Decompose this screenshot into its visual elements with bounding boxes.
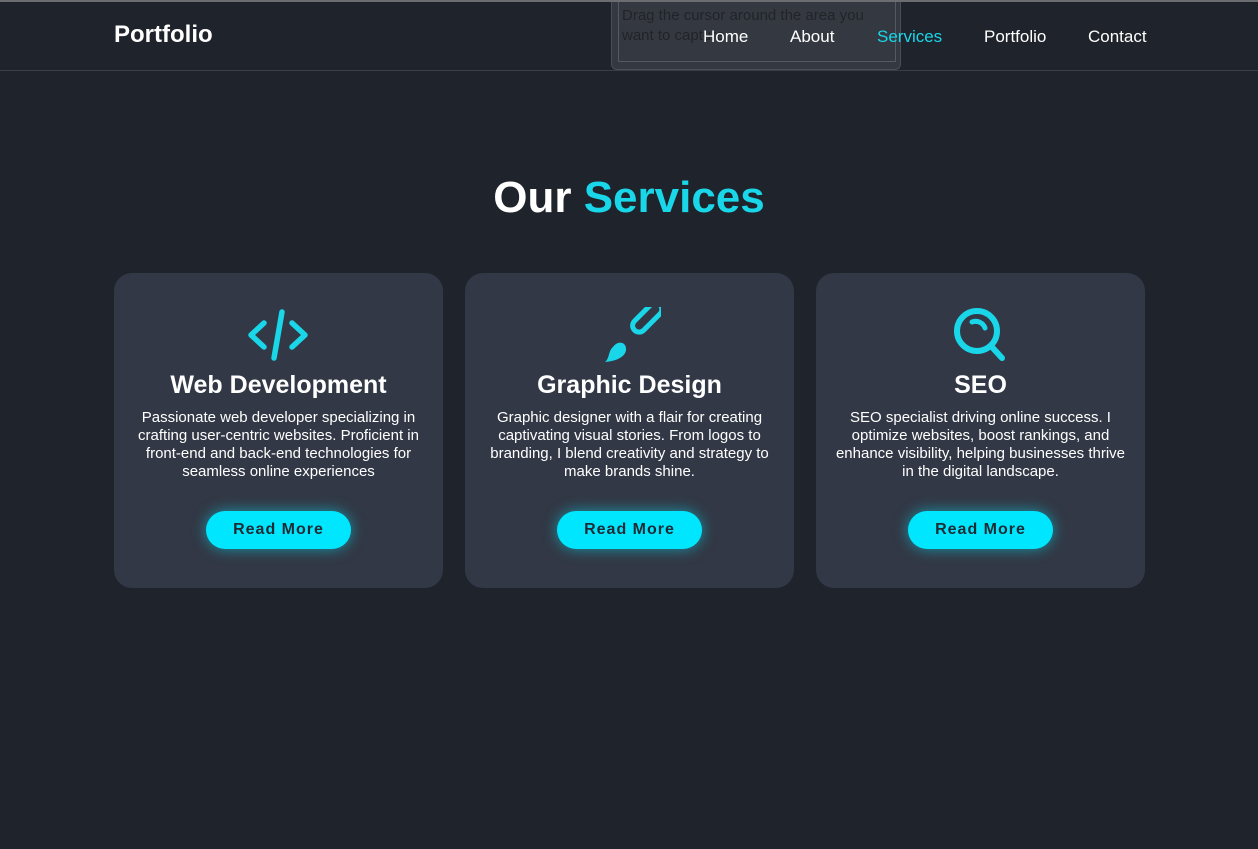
section-title: Our Services (0, 173, 1258, 223)
search-icon (948, 307, 1012, 363)
card-title: Web Development (170, 371, 387, 399)
site-header: Portfolio Drag the cursor around the are… (0, 2, 1258, 71)
nav-contact[interactable]: Contact (1088, 26, 1147, 48)
service-card-web-development: Web Development Passionate web developer… (114, 273, 443, 588)
paintbrush-icon (597, 307, 661, 363)
page: Portfolio Drag the cursor around the are… (0, 0, 1258, 849)
section-title-main: Our (493, 173, 572, 222)
card-description: SEO specialist driving online success. I… (835, 409, 1126, 480)
nav-services[interactable]: Services (877, 26, 942, 48)
service-card-seo: SEO SEO specialist driving online succes… (816, 273, 1145, 588)
nav-portfolio[interactable]: Portfolio (984, 26, 1046, 48)
section-title-accent: Services (583, 173, 765, 222)
code-icon (246, 307, 310, 363)
capture-instructions: Drag the cursor around the area you want… (622, 7, 864, 44)
card-title: SEO (954, 371, 1007, 399)
service-card-graphic-design: Graphic Design Graphic designer with a f… (465, 273, 794, 588)
card-description: Graphic designer with a flair for creati… (490, 409, 769, 480)
screen-capture-tooltip: Drag the cursor around the area you want… (611, 2, 901, 70)
card-description: Passionate web developer specializing in… (138, 409, 419, 480)
card-title: Graphic Design (537, 371, 722, 399)
read-more-button[interactable]: Read More (908, 511, 1053, 549)
read-more-button[interactable]: Read More (557, 511, 702, 549)
read-more-button[interactable]: Read More (206, 511, 351, 549)
nav-home[interactable]: Home (703, 26, 748, 48)
nav-about[interactable]: About (790, 26, 834, 48)
logo-link[interactable]: Portfolio (114, 21, 213, 49)
